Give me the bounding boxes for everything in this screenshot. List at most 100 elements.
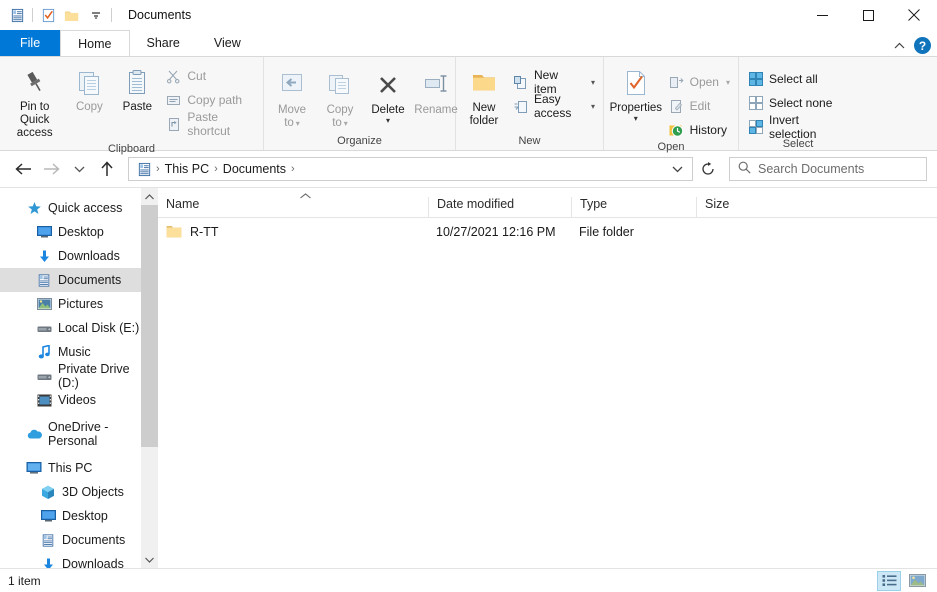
breadcrumb[interactable]: › This PC › Documents › (128, 157, 693, 181)
copy-label: Copy (75, 101, 103, 113)
easy-access-label: Easy access (534, 92, 572, 120)
open-button[interactable]: Open ▾ (664, 71, 734, 93)
sidebar-item-this-pc-documents[interactable]: Documents (0, 528, 158, 552)
forward-button[interactable] (38, 156, 64, 182)
sidebar-item-downloads[interactable]: Downloads (0, 244, 158, 268)
documents-properties-icon[interactable] (8, 6, 26, 24)
pin-to-quick-access-button[interactable]: Pin to Quick access (4, 62, 65, 143)
maximize-button[interactable] (845, 0, 891, 30)
search-icon (738, 161, 751, 177)
chevron-down-icon: ▾ (590, 101, 595, 111)
sidebar-item-videos[interactable]: Videos (0, 388, 158, 412)
minimize-button[interactable] (799, 0, 845, 30)
close-button[interactable] (891, 0, 937, 30)
sidebar-item-desktop[interactable]: Desktop (0, 220, 158, 244)
history-button[interactable]: History (664, 119, 734, 141)
sidebar-label: Desktop (62, 509, 108, 523)
column-header-name[interactable]: Name (158, 197, 428, 217)
details-view-button[interactable] (877, 570, 901, 591)
sidebar-item-documents[interactable]: Documents (0, 268, 158, 292)
pin-label-line1: Pin to Quick (19, 101, 50, 126)
sidebar-item-this-pc-downloads[interactable]: Downloads (0, 552, 158, 568)
copy-button[interactable]: Copy (65, 62, 113, 117)
tab-home[interactable]: Home (60, 30, 130, 56)
tab-view[interactable]: View (197, 30, 258, 56)
breadcrumb-item-documents[interactable]: Documents (219, 162, 290, 176)
new-item-icon (512, 74, 529, 91)
recent-locations-button[interactable] (66, 156, 92, 182)
properties-icon[interactable] (39, 6, 57, 24)
paste-icon (124, 65, 150, 99)
scroll-down-icon[interactable] (141, 551, 158, 568)
column-header-date-modified[interactable]: Date modified (428, 197, 571, 217)
scrollbar-thumb[interactable] (141, 205, 158, 448)
select-all-button[interactable]: Select all (743, 68, 853, 90)
up-button[interactable] (94, 156, 120, 182)
sidebar-item-onedrive-personal[interactable]: OneDrive - Personal (0, 420, 158, 448)
invert-selection-button[interactable]: Invert selection (743, 113, 853, 141)
sidebar-item-this-pc[interactable]: This PC (0, 456, 158, 480)
new-folder-button[interactable]: New folder (460, 63, 508, 131)
copy-to-button[interactable]: Copy to ▾ (316, 65, 364, 133)
search-placeholder: Search Documents (758, 162, 865, 176)
search-input[interactable]: Search Documents (729, 157, 927, 181)
sidebar-label: Downloads (62, 557, 124, 568)
window-title: Documents (128, 8, 192, 22)
group-label-open: Open (657, 141, 685, 153)
easy-access-button[interactable]: Easy access ▾ (508, 92, 599, 120)
edit-button[interactable]: Edit (664, 95, 734, 117)
tab-share[interactable]: Share (130, 30, 197, 56)
sidebar-item-3d-objects[interactable]: 3D Objects (0, 480, 158, 504)
sidebar-item-local-disk-e[interactable]: Local Disk (E:) (0, 316, 158, 340)
chevron-down-icon[interactable] (666, 165, 688, 173)
back-button[interactable] (10, 156, 36, 182)
select-all-label: Select all (769, 72, 818, 86)
paste-shortcut-button[interactable]: Paste shortcut (161, 110, 259, 138)
history-icon (668, 122, 685, 139)
item-count: 1 item (8, 573, 41, 588)
cut-label: Cut (187, 69, 207, 83)
table-row[interactable]: R-TT 10/27/2021 12:16 PM File folder (158, 218, 937, 246)
column-header-type[interactable]: Type (571, 197, 696, 217)
scroll-up-icon[interactable] (141, 188, 158, 205)
new-small-buttons: New item ▾ Easy access ▾ (508, 63, 599, 120)
refresh-button[interactable] (695, 157, 721, 181)
sidebar-item-music[interactable]: Music (0, 340, 158, 364)
rename-button[interactable]: Rename (412, 65, 460, 120)
select-none-button[interactable]: Select none (743, 92, 853, 114)
sidebar-item-this-pc-desktop[interactable]: Desktop (0, 504, 158, 528)
new-item-button[interactable]: New item ▾ (508, 68, 599, 96)
breadcrumb-item-this-pc[interactable]: This PC (161, 162, 213, 176)
edit-label: Edit (689, 99, 711, 113)
help-icon[interactable]: ? (914, 37, 931, 54)
new-folder-icon[interactable] (63, 6, 81, 24)
navigation-scrollbar[interactable] (141, 188, 158, 568)
collapse-ribbon-icon[interactable] (894, 39, 905, 53)
sidebar-item-pictures[interactable]: Pictures (0, 292, 158, 316)
scrollbar-track[interactable] (141, 205, 158, 551)
cut-button[interactable]: Cut (161, 65, 259, 87)
breadcrumb-separator-2[interactable]: › (290, 163, 296, 175)
delete-button[interactable]: Delete ▾ (364, 65, 412, 127)
copy-path-button[interactable]: Copy path (161, 89, 259, 111)
sidebar-item-private-drive-d[interactable]: Private Drive (D:) (0, 362, 158, 390)
sort-ascending-icon (300, 191, 311, 201)
view-buttons (877, 570, 929, 591)
paste-button[interactable]: Paste (113, 62, 161, 117)
tab-file[interactable]: File (0, 30, 61, 56)
copy-to-line2: to ▾ (332, 117, 348, 129)
move-to-button[interactable]: Move to ▾ (268, 65, 316, 133)
column-header-size[interactable]: Size (696, 197, 768, 217)
customize-dropdown-icon[interactable] (87, 6, 105, 24)
properties-button[interactable]: Properties ▾ (608, 63, 664, 125)
sidebar-label: Videos (58, 393, 96, 407)
chevron-down-icon: ▾ (725, 77, 730, 87)
file-type: File folder (579, 225, 634, 239)
sidebar-item-quick-access[interactable]: Quick access (0, 196, 158, 220)
sidebar-label: Quick access (48, 201, 123, 215)
documents-icon (36, 272, 52, 288)
file-name: R-TT (190, 225, 219, 239)
toolbar-separator (32, 8, 33, 22)
large-icons-view-button[interactable] (905, 571, 929, 591)
ribbon-group-select: Select all Select none Invert selection (739, 57, 857, 150)
